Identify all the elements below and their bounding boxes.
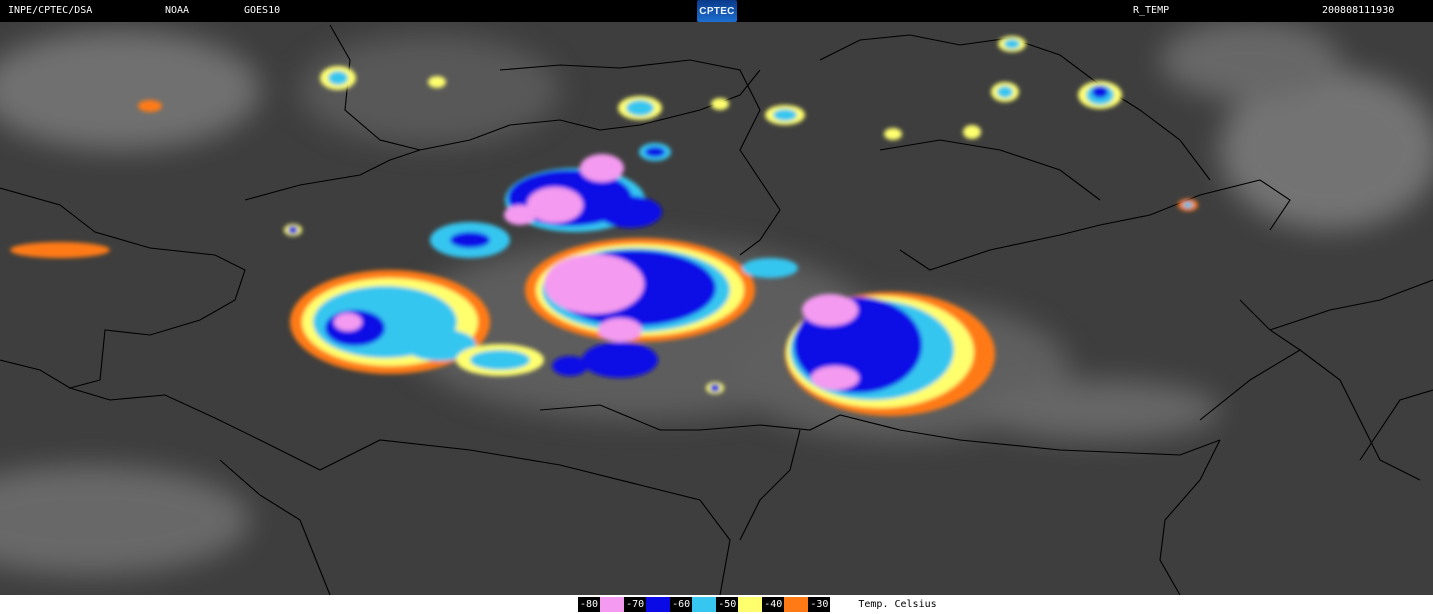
cloud-cluster-east	[785, 292, 995, 416]
logo-text: CPTEC	[699, 5, 735, 17]
cptec-logo: CPTEC	[697, 0, 737, 22]
legend-label: -40	[762, 597, 785, 612]
legend-item: -70	[624, 597, 671, 612]
legend-label: -60	[670, 597, 693, 612]
legend-bar: -80 -70 -60 -50 -40 -30 Temp. Celsius	[0, 595, 1433, 614]
legend-label: -50	[716, 597, 739, 612]
legend-item: -80	[578, 597, 625, 612]
legend-label: -30	[808, 597, 831, 612]
temperature-legend: -80 -70 -60 -50 -40 -30 Temp. Celsius	[578, 595, 937, 614]
legend-unit-label: Temp. Celsius	[858, 599, 937, 610]
legend-item: -40	[762, 597, 809, 612]
legend-swatch	[600, 597, 625, 612]
legend-item: -30	[808, 597, 855, 612]
timestamp-label: 200808111930	[1322, 5, 1395, 16]
legend-label: -70	[624, 597, 647, 612]
legend-label: -80	[578, 597, 601, 612]
legend-swatch	[692, 597, 717, 612]
legend-swatch	[784, 597, 809, 612]
satellite-map	[0, 22, 1433, 595]
source-label: NOAA	[165, 5, 190, 16]
agency-label: INPE/CPTEC/DSA	[8, 5, 93, 16]
legend-item: -50	[716, 597, 763, 612]
satellite-label: GOES10	[244, 5, 281, 16]
legend-swatch	[830, 597, 855, 612]
header-bar: INPE/CPTEC/DSA NOAA GOES10 CPTEC R_TEMP …	[0, 0, 1433, 22]
legend-item: -60	[670, 597, 717, 612]
product-label: R_TEMP	[1133, 5, 1170, 16]
legend-swatch	[738, 597, 763, 612]
legend-swatch	[646, 597, 671, 612]
